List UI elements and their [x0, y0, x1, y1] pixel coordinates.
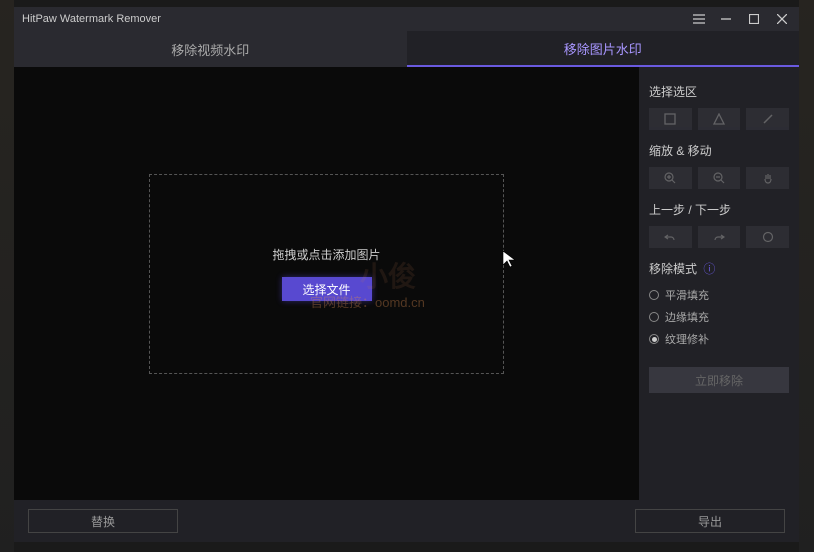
- radio-label: 边缘填充: [665, 309, 709, 325]
- label-remove-mode: 移除模式 ⓘ: [649, 260, 789, 277]
- maximize-icon[interactable]: [749, 14, 763, 24]
- triangle-select-icon[interactable]: [698, 108, 741, 130]
- label-undo-redo: 上一步 / 下一步: [649, 201, 789, 218]
- label-select-area: 选择选区: [649, 83, 789, 100]
- footer: 替换 导出: [14, 500, 799, 542]
- canvas-area: 拖拽或点击添加图片 选择文件: [14, 67, 639, 500]
- content-area: 拖拽或点击添加图片 选择文件 选择选区 缩放 & 移动: [14, 67, 799, 500]
- zoom-out-icon[interactable]: [698, 167, 741, 189]
- sidebar: 选择选区 缩放 & 移动: [639, 67, 799, 500]
- minimize-icon[interactable]: [721, 14, 735, 24]
- info-icon[interactable]: ⓘ: [703, 262, 715, 276]
- menu-icon[interactable]: [693, 14, 707, 24]
- radio-edge-fill[interactable]: 边缘填充: [649, 309, 789, 325]
- dropzone[interactable]: 拖拽或点击添加图片 选择文件: [149, 174, 504, 374]
- tab-remove-video-watermark[interactable]: 移除视频水印: [14, 31, 407, 67]
- radio-smooth-fill[interactable]: 平滑填充: [649, 287, 789, 303]
- window-controls: [693, 14, 791, 24]
- redo-icon[interactable]: [698, 226, 741, 248]
- replace-button[interactable]: 替换: [28, 509, 178, 533]
- background-strip-left: [0, 0, 14, 552]
- dropzone-hint: 拖拽或点击添加图片: [272, 246, 380, 263]
- radio-indicator: [649, 334, 659, 344]
- radio-indicator: [649, 312, 659, 322]
- radio-label: 平滑填充: [665, 287, 709, 303]
- rectangle-select-icon[interactable]: [649, 108, 692, 130]
- background-strip-right: [799, 0, 814, 552]
- undo-icon[interactable]: [649, 226, 692, 248]
- close-icon[interactable]: [777, 14, 791, 24]
- brush-select-icon[interactable]: [746, 108, 789, 130]
- export-button[interactable]: 导出: [635, 509, 785, 533]
- titlebar: HitPaw Watermark Remover: [14, 7, 799, 31]
- tab-remove-image-watermark[interactable]: 移除图片水印: [407, 31, 800, 67]
- select-file-button[interactable]: 选择文件: [282, 277, 372, 301]
- app-title: HitPaw Watermark Remover: [22, 13, 693, 25]
- remove-mode-text: 移除模式: [649, 262, 697, 276]
- zoom-in-icon[interactable]: [649, 167, 692, 189]
- remove-mode-radios: 平滑填充 边缘填充 纹理修补: [649, 287, 789, 347]
- radio-texture-repair[interactable]: 纹理修补: [649, 331, 789, 347]
- radio-indicator: [649, 290, 659, 300]
- zoom-move-tools: [649, 167, 789, 189]
- select-area-tools: [649, 108, 789, 130]
- reset-icon[interactable]: [746, 226, 789, 248]
- label-zoom-move: 缩放 & 移动: [649, 142, 789, 159]
- radio-label: 纹理修补: [665, 331, 709, 347]
- undo-redo-tools: [649, 226, 789, 248]
- hand-move-icon[interactable]: [746, 167, 789, 189]
- app-window: HitPaw Watermark Remover 移除视频水印 移除图片水印 拖…: [14, 7, 799, 542]
- remove-now-button[interactable]: 立即移除: [649, 367, 789, 393]
- main-tabs: 移除视频水印 移除图片水印: [14, 31, 799, 67]
